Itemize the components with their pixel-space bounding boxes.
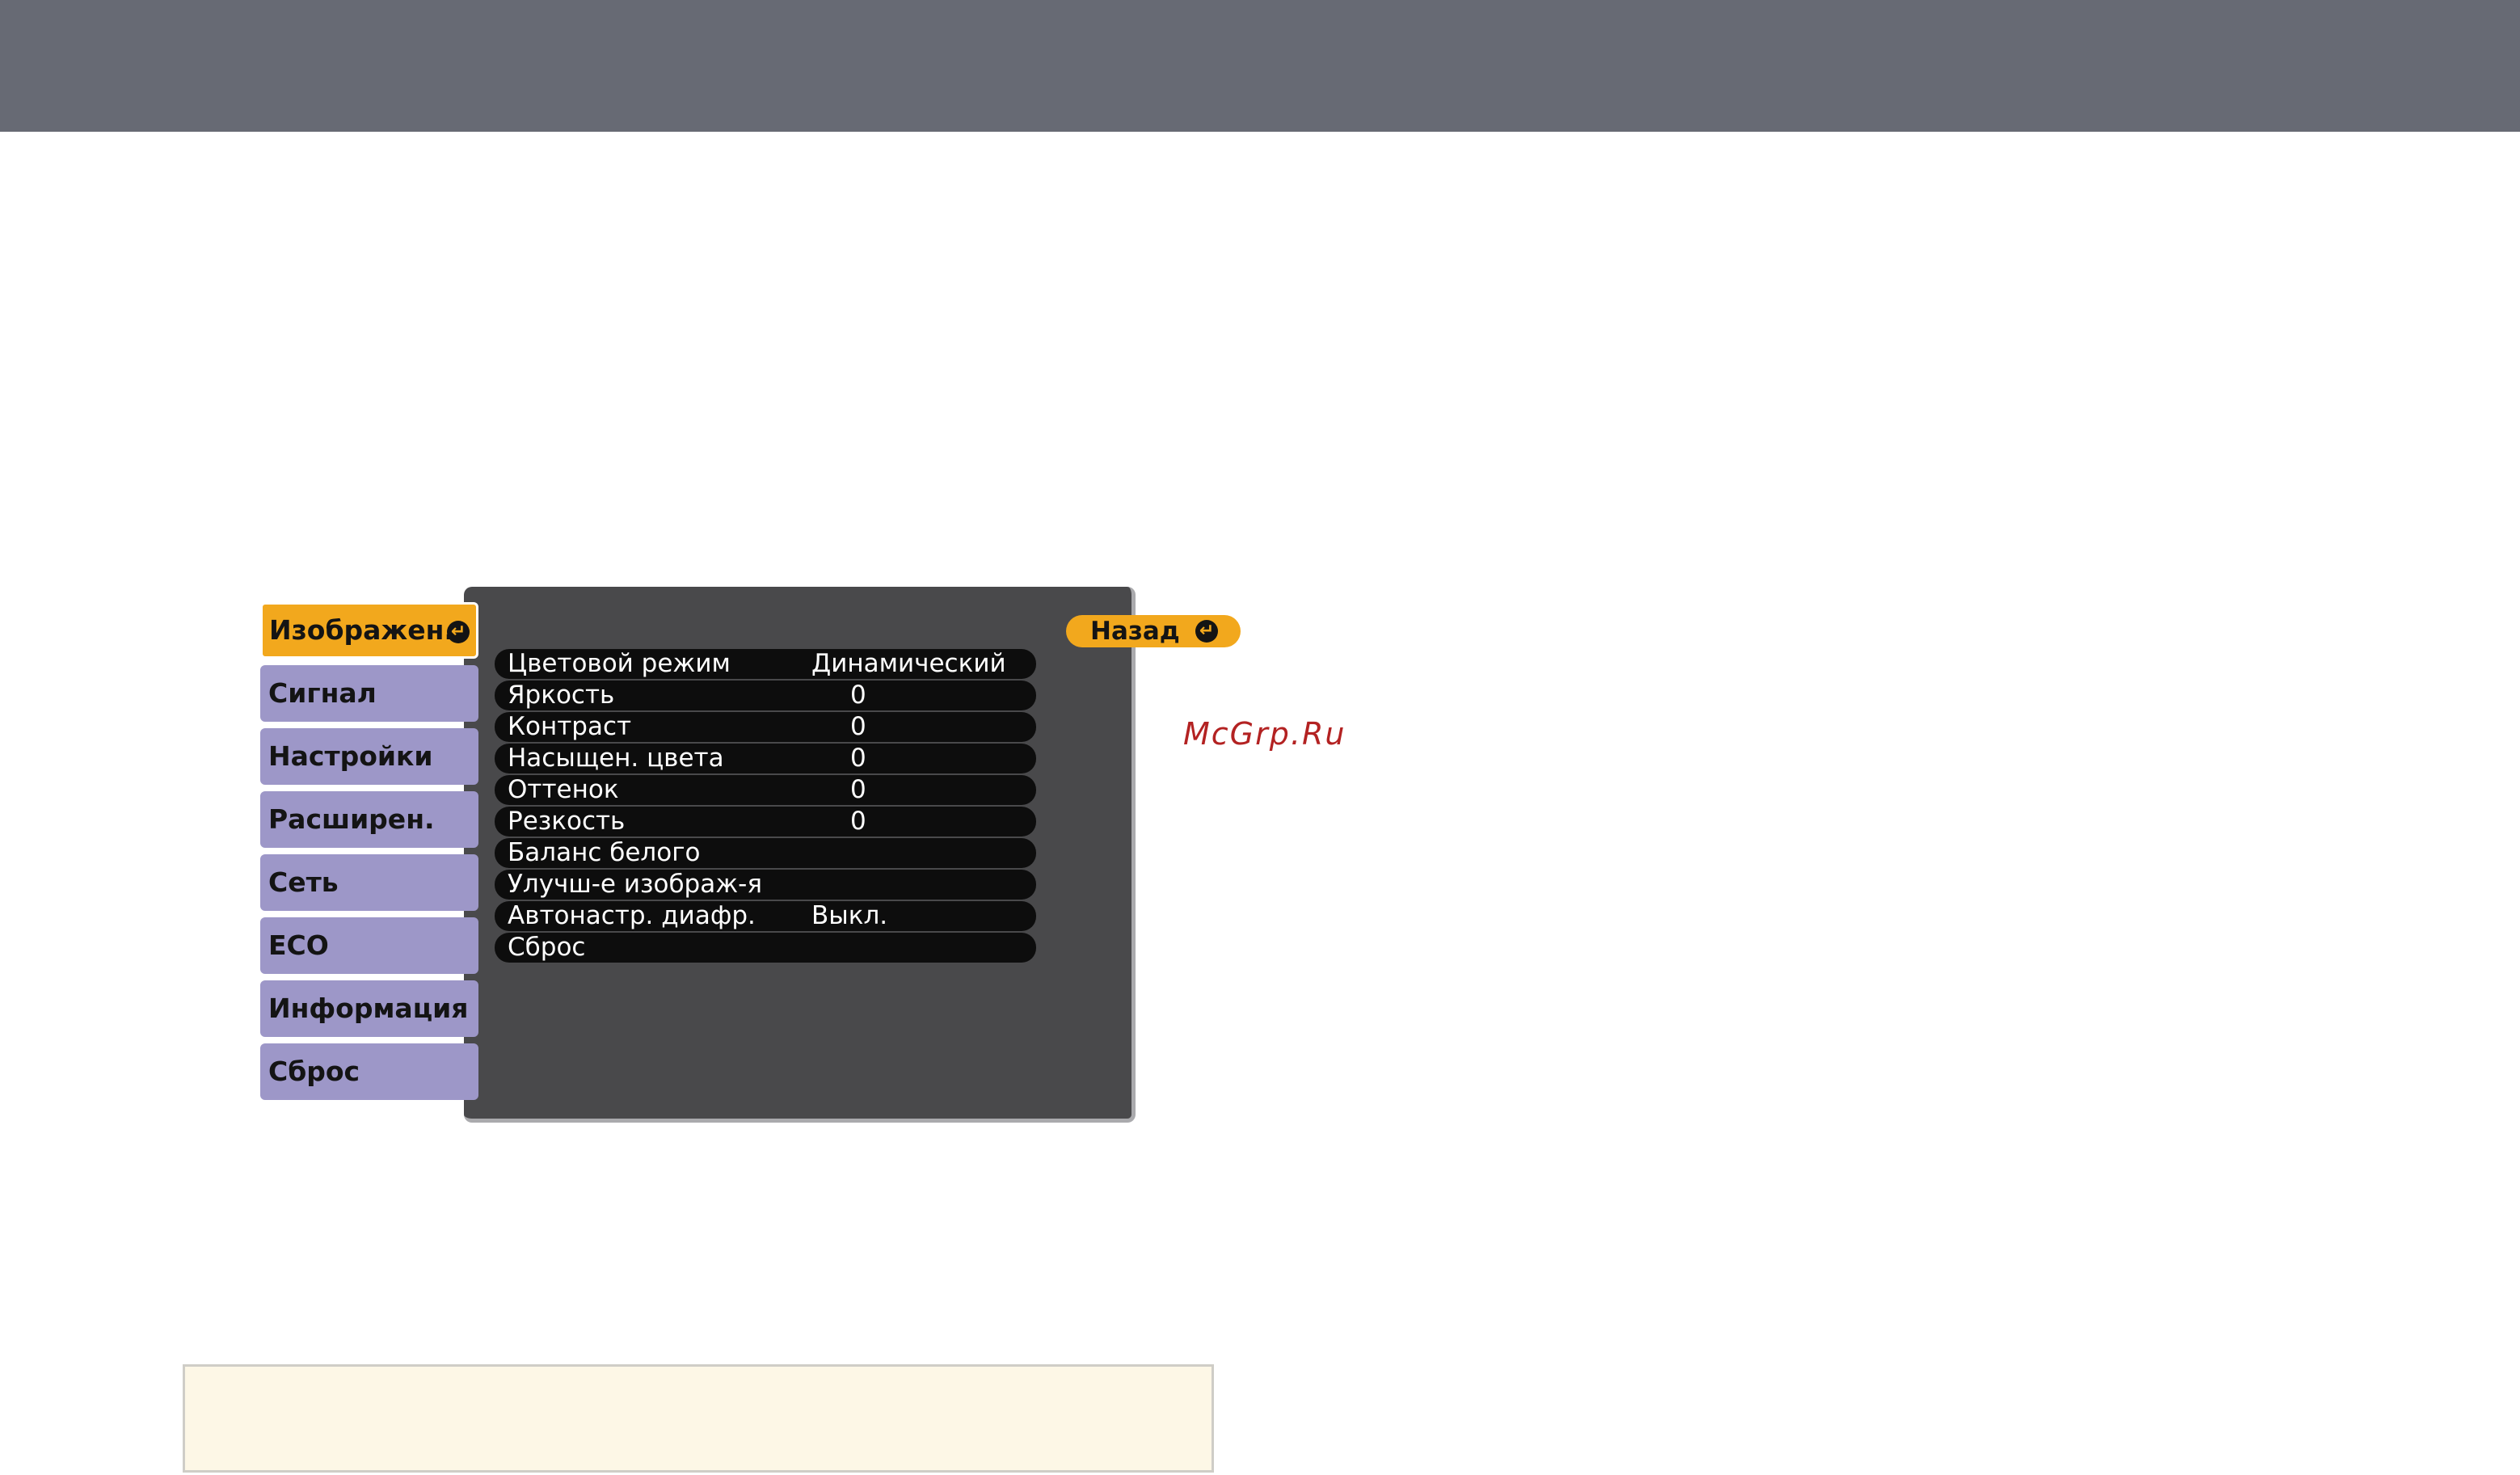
- option-value: Динамический: [811, 649, 1006, 678]
- option-sharpness[interactable]: Резкость 0: [495, 807, 1036, 837]
- page: Назад ↵ Изображен. ↵ Сигнал Настройки Ра…: [0, 0, 2520, 1475]
- sidebar-item-label: Сеть: [268, 866, 339, 898]
- top-bar: [0, 0, 2520, 132]
- option-brightness[interactable]: Яркость 0: [495, 681, 1036, 710]
- note-box: [183, 1364, 1214, 1473]
- option-label: Автонастр. диафр.: [508, 901, 756, 930]
- option-value: 0: [850, 807, 866, 836]
- option-label: Сброс: [508, 933, 586, 962]
- sidebar-item-extended[interactable]: Расширен.: [260, 791, 478, 848]
- option-tint[interactable]: Оттенок 0: [495, 775, 1036, 805]
- sidebar-item-label: Сброс: [268, 1056, 360, 1087]
- option-saturation[interactable]: Насыщен. цвета 0: [495, 744, 1036, 773]
- option-label: Яркость: [508, 681, 615, 710]
- option-value: Выкл.: [811, 901, 888, 930]
- sidebar-item-settings[interactable]: Настройки: [260, 728, 478, 785]
- sidebar-item-image[interactable]: Изображен. ↵: [260, 602, 478, 659]
- sidebar-item-label: Расширен.: [268, 803, 435, 835]
- sidebar-item-reset[interactable]: Сброс: [260, 1043, 478, 1100]
- options-list: Цветовой режим Динамический Яркость 0 Ко…: [495, 649, 1036, 964]
- sidebar-item-network[interactable]: Сеть: [260, 854, 478, 911]
- sidebar-item-label: ECO: [268, 929, 329, 961]
- option-auto-iris[interactable]: Автонастр. диафр. Выкл.: [495, 901, 1036, 931]
- watermark: McGrp.Ru: [1183, 716, 1346, 752]
- sidebar-item-eco[interactable]: ECO: [260, 917, 478, 974]
- option-contrast[interactable]: Контраст 0: [495, 712, 1036, 742]
- sidebar-item-signal[interactable]: Сигнал: [260, 665, 478, 722]
- option-value: 0: [850, 681, 866, 710]
- option-image-enhancement[interactable]: Улучш-е изображ-я: [495, 870, 1036, 900]
- option-reset[interactable]: Сброс: [495, 933, 1036, 963]
- sidebar-item-label: Информация: [268, 992, 469, 1024]
- back-button[interactable]: Назад ↵: [1066, 615, 1241, 647]
- projector-menu: Назад ↵ Изображен. ↵ Сигнал Настройки Ра…: [260, 587, 1241, 1123]
- sidebar-item-information[interactable]: Информация: [260, 980, 478, 1037]
- option-label: Резкость: [508, 807, 626, 836]
- enter-icon: ↵: [1195, 620, 1218, 643]
- option-label: Насыщен. цвета: [508, 744, 724, 773]
- sidebar-item-label: Сигнал: [268, 677, 377, 709]
- option-value: 0: [850, 712, 866, 741]
- option-label: Улучш-е изображ-я: [508, 870, 762, 899]
- option-label: Оттенок: [508, 775, 619, 804]
- sidebar-item-label: Настройки: [268, 740, 433, 772]
- enter-icon: ↵: [447, 621, 470, 643]
- sidebar-item-label: Изображен.: [269, 614, 454, 646]
- option-label: Цветовой режим: [508, 649, 731, 678]
- back-button-label: Назад: [1090, 617, 1180, 646]
- option-value: 0: [850, 775, 866, 804]
- option-white-balance[interactable]: Баланс белого: [495, 838, 1036, 868]
- option-label: Баланс белого: [508, 838, 701, 867]
- option-label: Контраст: [508, 712, 632, 741]
- option-color-mode[interactable]: Цветовой режим Динамический: [495, 649, 1036, 679]
- option-value: 0: [850, 744, 866, 773]
